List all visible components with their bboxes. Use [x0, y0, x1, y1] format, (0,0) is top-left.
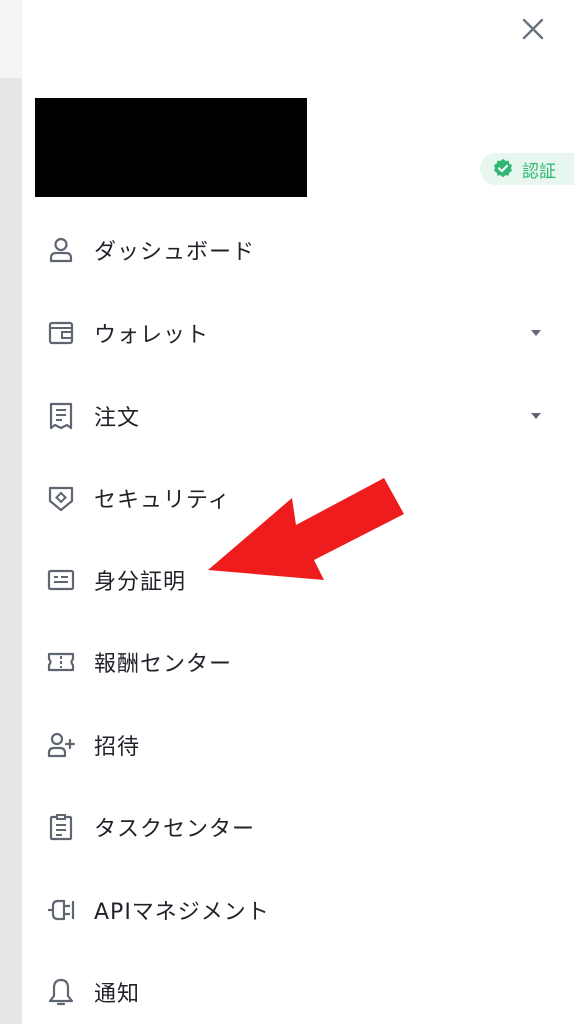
- shield-icon: [48, 486, 74, 512]
- annotation-arrow: [208, 478, 404, 580]
- redacted-profile: [35, 98, 307, 197]
- menu-item-api[interactable]: APIマネジメント: [22, 880, 574, 940]
- menu-label-identity: 身分証明: [94, 570, 187, 595]
- menu-label-tasks: タスクセンター: [94, 817, 256, 842]
- menu-item-orders[interactable]: 注文: [22, 386, 574, 446]
- menu-item-rewards[interactable]: 報酬センター: [22, 632, 574, 692]
- wallet-icon: [48, 321, 74, 345]
- close-button[interactable]: [516, 12, 550, 46]
- verified-badge: 認証: [480, 153, 574, 185]
- menu-label-rewards: 報酬センター: [94, 652, 233, 677]
- close-icon: [522, 18, 544, 40]
- id-card-icon: [47, 569, 75, 591]
- bell-icon: [48, 978, 74, 1006]
- menu-label-invite: 招待: [94, 735, 141, 760]
- ticket-icon: [47, 652, 75, 672]
- backdrop-card: [0, 0, 22, 78]
- menu-item-wallet[interactable]: ウォレット: [22, 303, 574, 363]
- menu-item-tasks[interactable]: タスクセンター: [22, 797, 574, 857]
- user-icon: [49, 237, 73, 263]
- menu-label-dashboard: ダッシュボード: [94, 240, 256, 265]
- verified-check-icon: [494, 158, 512, 178]
- page-backdrop: [0, 0, 22, 1024]
- menu-label-notifications: 通知: [94, 982, 141, 1007]
- menu-label-orders: 注文: [94, 406, 141, 431]
- receipt-icon: [49, 402, 73, 430]
- clipboard-icon: [49, 814, 73, 841]
- verified-label: 認証: [522, 161, 556, 182]
- menu-item-notifications[interactable]: 通知: [22, 962, 574, 1022]
- chevron-down-icon[interactable]: [530, 411, 542, 421]
- plug-icon: [48, 899, 75, 921]
- chevron-down-icon[interactable]: [530, 328, 542, 338]
- menu-label-wallet: ウォレット: [94, 323, 210, 348]
- menu-item-dashboard[interactable]: ダッシュボード: [22, 220, 574, 280]
- add-user-icon: [47, 732, 76, 758]
- menu-item-invite[interactable]: 招待: [22, 715, 574, 775]
- menu-label-api: APIマネジメント: [94, 900, 270, 925]
